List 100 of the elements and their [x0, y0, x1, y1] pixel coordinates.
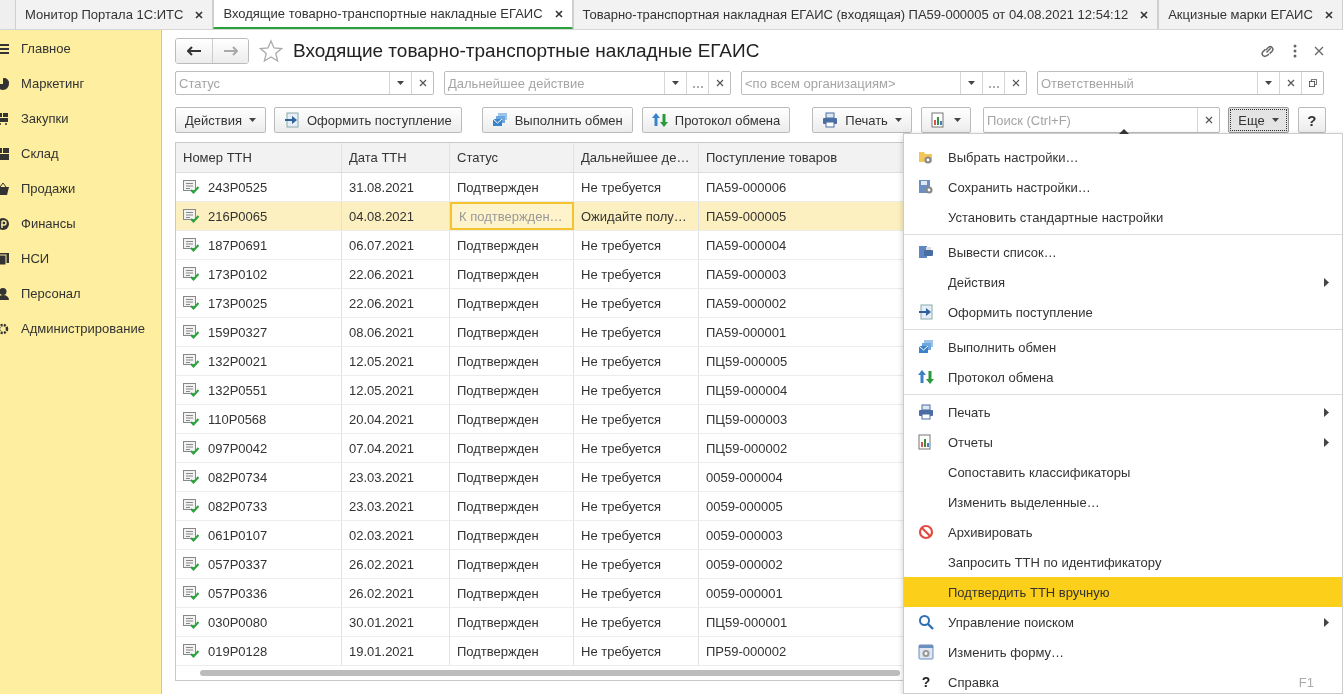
toolbar-button[interactable]: Выполнить обмен: [481, 107, 633, 133]
caret-icon: [672, 81, 679, 85]
back-button[interactable]: [176, 39, 212, 63]
pointer-icon: [1119, 129, 1129, 134]
document-check-icon: [183, 354, 199, 368]
table-cell: 20.04.2021: [342, 405, 450, 433]
search-field[interactable]: Поиск (Ctrl+F): [983, 108, 1198, 132]
tab[interactable]: Акцизные марки ЕГАИС: [1158, 0, 1343, 29]
shortcut: F1: [1298, 674, 1314, 690]
table-cell: Не требуется: [574, 550, 699, 578]
table-cell: Подтвержден: [450, 434, 574, 462]
warehouse-icon: [0, 147, 9, 160]
back-arrow-icon: [187, 46, 201, 56]
table-cell: Не требуется: [574, 347, 699, 375]
table-cell: Ожидайте полу…: [574, 202, 699, 230]
table-cell: 110Р0568: [208, 411, 267, 427]
help-button[interactable]: ?: [1297, 107, 1326, 133]
menu-item-label: Печать: [948, 404, 992, 420]
table-cell: 23.03.2021: [342, 463, 450, 491]
close-icon[interactable]: [1324, 10, 1333, 19]
filter-field[interactable]: <по всем организациям>: [742, 72, 960, 94]
tab[interactable]: Входящие товарно-транспортные накладные ЕГАИС: [213, 0, 573, 29]
menu-item[interactable]: Выбрать настройки…: [904, 142, 1342, 172]
close-icon[interactable]: [1314, 44, 1324, 58]
table-cell: Подтвержден: [450, 260, 574, 288]
column-header[interactable]: Дальнейшее де…: [574, 143, 699, 172]
toolbar-button[interactable]: Печать: [812, 107, 912, 133]
document-check-icon: [183, 441, 199, 455]
close-icon[interactable]: [554, 9, 563, 18]
sidebar-item[interactable]: Продажи: [21, 181, 76, 196]
search-box[interactable]: Поиск (Ctrl+F): [982, 107, 1221, 133]
filter-box[interactable]: Дальнейшее действие: [444, 71, 731, 95]
toolbar-button[interactable]: Протокол обмена: [641, 107, 791, 133]
table-cell: 23.03.2021: [342, 492, 450, 520]
cart-icon: [0, 112, 9, 125]
menu-item-label: Сохранить настройки…: [948, 179, 1092, 195]
table-cell: 02.03.2021: [342, 521, 450, 549]
table-cell: Не требуется: [574, 173, 699, 201]
menu-item-label: Изменить выделенные…: [948, 494, 1101, 510]
close-icon: [1011, 79, 1020, 87]
table-cell: Не требуется: [574, 376, 699, 404]
table-cell: 30.01.2021: [342, 608, 450, 636]
tab[interactable]: Товарно-транспортная накладная ЕГАИС (входящая) ПА59-000005 от 04.08.2021 12:54:12: [572, 0, 1159, 29]
sidebar-item[interactable]: Главное: [21, 41, 71, 56]
table-cell: Не требуется: [574, 434, 699, 462]
envelopes-icon: [918, 339, 934, 355]
table-cell: Не требуется: [574, 637, 699, 665]
sidebar-item[interactable]: Администрирование: [21, 321, 145, 336]
filter-field[interactable]: Статус: [176, 72, 389, 94]
menu-item[interactable]: Подтвердить ТТН вручную: [904, 577, 1342, 607]
tab[interactable]: Монитор Портала 1С:ИТС: [15, 0, 214, 29]
close-icon: [1204, 116, 1213, 124]
close-icon: [715, 79, 724, 87]
sidebar-item[interactable]: Склад: [21, 146, 59, 161]
menu-item-label: Вывести список…: [948, 244, 1058, 260]
menu-icon: [0, 42, 9, 55]
star-icon[interactable]: [259, 39, 283, 63]
table-cell: 243Р0525: [208, 179, 268, 195]
menu-item-label: Управление поиском: [948, 614, 1075, 630]
table-cell: Не требуется: [574, 608, 699, 636]
table-cell: 057Р0336: [208, 585, 268, 601]
table-cell: 12.05.2021: [342, 376, 450, 404]
close-icon[interactable]: [1140, 10, 1149, 19]
caret-icon: [968, 81, 975, 85]
document-check-icon: [183, 528, 199, 542]
table-cell: 173Р0102: [208, 266, 268, 282]
caret-icon: [397, 81, 404, 85]
column-header[interactable]: Номер ТТН: [176, 143, 342, 172]
table-cell: Не требуется: [574, 405, 699, 433]
sidebar-item[interactable]: Персонал: [21, 286, 81, 301]
document-check-icon: [183, 296, 199, 310]
table-cell: Подтвержден: [450, 550, 574, 578]
envelopes-icon: [491, 112, 508, 128]
column-header[interactable]: Статус: [450, 143, 574, 172]
table-cell: 030Р0080: [208, 614, 268, 630]
filter-field[interactable]: Ответственный: [1038, 72, 1257, 94]
table-cell: Подтвержден: [450, 347, 574, 375]
toolbar-button[interactable]: Оформить поступление: [273, 107, 462, 133]
menu-item-label: Установить стандартные настройки: [948, 209, 1165, 225]
table-cell: Не требуется: [574, 579, 699, 607]
more-button[interactable]: Еще: [1228, 107, 1289, 133]
reports-button[interactable]: [920, 107, 971, 133]
filter-field[interactable]: Дальнейшее действие: [445, 72, 664, 94]
document-check-icon: [183, 325, 199, 339]
sidebar-item[interactable]: Закупки: [21, 111, 69, 126]
document-check-icon: [183, 586, 199, 600]
caret-icon: [1265, 81, 1272, 85]
sidebar-item[interactable]: Маркетинг: [21, 76, 85, 91]
sidebar-item[interactable]: Финансы: [21, 216, 76, 231]
sidebar-item[interactable]: НСИ: [21, 251, 50, 266]
filter-box[interactable]: Статус: [175, 71, 434, 95]
filter-box[interactable]: <по всем организациям>: [741, 71, 1027, 95]
menu-item[interactable]: ? Справка F1: [904, 667, 1342, 694]
close-icon[interactable]: [195, 10, 204, 19]
person-icon: [0, 287, 9, 300]
filter-box[interactable]: Ответственный: [1037, 71, 1324, 95]
menu-item-label: Изменить форму…: [948, 644, 1065, 660]
toolbar-button[interactable]: Действия: [175, 107, 266, 133]
close-icon: [418, 79, 427, 87]
column-header[interactable]: Дата ТТН: [342, 143, 450, 172]
